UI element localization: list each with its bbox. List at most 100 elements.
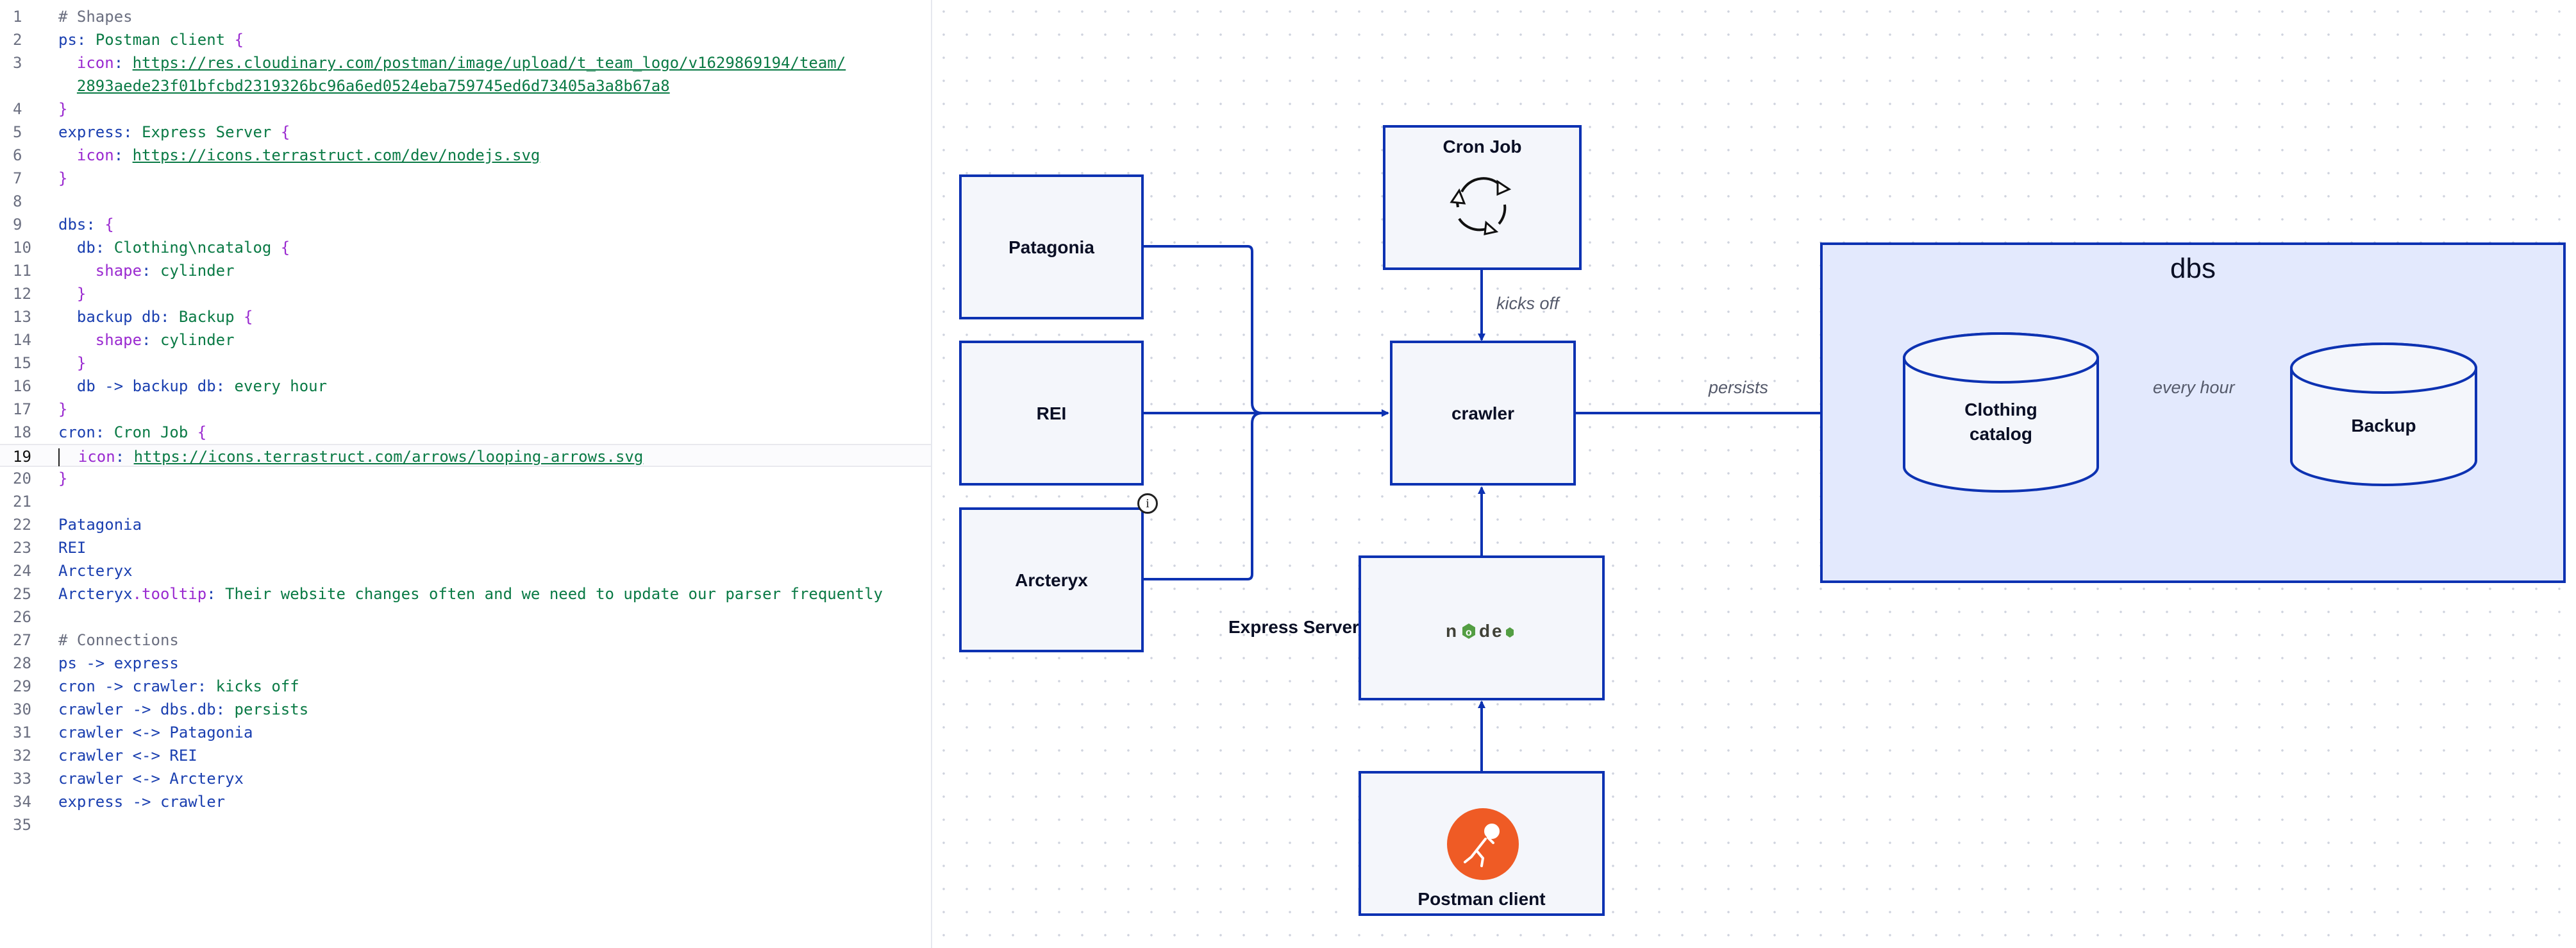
code-token: } [58,169,68,187]
code-token: backup db [58,308,160,326]
code-text[interactable]: } [58,467,67,490]
code-text[interactable]: express -> crawler [58,790,225,813]
code-text[interactable]: } [58,398,67,421]
code-line[interactable]: 12 } [0,282,931,305]
code-token: crawler <-> Patagonia [58,724,253,741]
code-text[interactable]: # Shapes [58,5,133,28]
code-text[interactable]: express: Express Server { [58,121,290,144]
code-line[interactable]: 30 crawler -> dbs.db: persists [0,698,931,721]
code-text[interactable]: db -> backup db: every hour [58,375,327,398]
code-line[interactable]: 35 [0,813,931,836]
code-text[interactable]: } [58,351,86,375]
code-line[interactable]: 26 [0,605,931,629]
code-line[interactable]: 34 express -> crawler [0,790,931,813]
code-line[interactable]: 3 icon: https://res.cloudinary.com/postm… [0,51,931,74]
backup-node[interactable]: Backup [2291,416,2476,436]
code-text[interactable]: icon: https://icons.terrastruct.com/arro… [58,445,643,468]
edge-label-every-hour: every hour [2153,378,2235,397]
code-text[interactable]: } [58,282,86,305]
code-line[interactable]: 14 shape: cylinder [0,328,931,351]
code-text[interactable]: icon: https://icons.terrastruct.com/dev/… [58,144,540,167]
code-line[interactable]: 21 [0,490,931,513]
code-token: : [160,308,179,326]
code-line[interactable]: 32 crawler <-> REI [0,744,931,767]
code-text[interactable]: 2893aede23f01bfcbd2319326bc96a6ed0524eba… [58,74,670,97]
code-line[interactable]: 2893aede23f01bfcbd2319326bc96a6ed0524eba… [0,74,931,97]
line-number: 35 [13,816,31,834]
code-line[interactable]: 25 Arcteryx.tooltip: Their website change… [0,582,931,605]
code-line[interactable]: 33 crawler <-> Arcteryx [0,767,931,790]
code-line[interactable]: 5 express: Express Server { [0,121,931,144]
code-token: : [215,700,235,718]
diagram-canvas[interactable]: Patagonia REI Arcteryx i Cron Job crawle… [932,0,2576,948]
code-line[interactable]: 20} [0,467,931,490]
code-line[interactable]: 28 ps -> express [0,652,931,675]
code-text[interactable]: crawler <-> Arcteryx [58,767,244,790]
code-line[interactable]: 31 crawler <-> Patagonia [0,721,931,744]
code-text[interactable]: ps -> express [58,652,179,675]
code-token: : [142,331,160,349]
line-number: 19 [13,448,31,466]
code-line[interactable]: 10 db: Clothing\ncatalog { [0,236,931,259]
code-text[interactable]: icon: https://res.cloudinary.com/postman… [58,51,846,74]
code-line[interactable]: 11 shape: cylinder [0,259,931,282]
code-line[interactable]: 23 REI [0,536,931,559]
code-line[interactable]: 17} [0,398,931,421]
code-text[interactable]: dbs: { [58,213,114,236]
line-number: 6 [13,146,22,164]
code-line[interactable]: 6 icon: https://icons.terrastruct.com/de… [0,144,931,167]
code-text[interactable]: cron -> crawler: kicks off [58,675,299,698]
rei-node[interactable]: REI [959,341,1144,486]
code-line[interactable]: 27 # Connections [0,629,931,652]
code-line[interactable]: 8 [0,190,931,213]
code-text[interactable]: shape: cylinder [58,328,235,351]
code-token: crawler <-> Arcteryx [58,770,244,788]
code-line[interactable]: 15 } [0,351,931,375]
code-line[interactable]: 1 # Shapes [0,5,931,28]
code-line[interactable]: 2 ps: Postman client { [0,28,931,51]
code-line[interactable]: 24 Arcteryx [0,559,931,582]
code-line[interactable]: 16 db -> backup db: every hour [0,375,931,398]
code-text[interactable]: } [58,97,67,121]
code-line[interactable]: 19 icon: https://icons.terrastruct.com/a… [0,444,931,467]
code-text[interactable]: shape: cylinder [58,259,235,282]
code-line[interactable]: 22 Patagonia [0,513,931,536]
code-token: icon [60,448,115,466]
line-number: 34 [13,793,31,811]
code-line[interactable]: 13 backup db: Backup { [0,305,931,328]
code-text[interactable]: crawler -> dbs.db: persists [58,698,308,721]
info-icon[interactable]: i [1137,493,1158,514]
code-line[interactable]: 18 cron: Cron Job { [0,421,931,444]
code-token: Express Server [142,123,281,141]
code-text[interactable]: db: Clothing\ncatalog { [58,236,290,259]
code-text[interactable]: crawler <-> REI [58,744,197,767]
crawler-node[interactable]: crawler [1390,341,1576,486]
code-text[interactable]: ps: Postman client { [58,28,244,51]
code-line[interactable]: 29 cron -> crawler: kicks off [0,675,931,698]
code-token: https://icons.terrastruct.com/arrows/loo… [133,448,644,466]
arcteryx-node[interactable]: Arcteryx [959,507,1144,652]
code-text[interactable]: Arcteryx [58,559,133,582]
clothing-catalog-node[interactable]: Clothing catalog [1904,398,2098,446]
code-text[interactable]: Arcteryx.tooltip: Their website changes … [58,582,883,605]
patagonia-node[interactable]: Patagonia [959,174,1144,319]
code-text[interactable]: backup db: Backup { [58,305,253,328]
code-text[interactable]: # Connections [58,629,179,652]
postman-client-node[interactable]: Postman client [1359,771,1605,916]
code-text[interactable]: cron: Cron Job { [58,421,206,444]
code-editor[interactable]: 1 # Shapes 2 ps: Postman client {3 icon: ht… [0,0,932,948]
code-text[interactable]: } [58,167,67,190]
line-number: 13 [13,308,31,326]
code-token: crawler -> dbs.db [58,700,216,718]
code-text[interactable]: REI [58,536,86,559]
line-number: 28 [13,654,31,672]
code-token: Arcteryx [58,585,133,603]
code-line[interactable]: 7} [0,167,931,190]
cron-job-node[interactable]: Cron Job [1383,125,1582,270]
line-number: 20 [13,470,31,487]
code-text[interactable]: crawler <-> Patagonia [58,721,253,744]
express-server-node[interactable]: n o d e [1359,555,1605,700]
code-line[interactable]: 4} [0,97,931,121]
code-text[interactable]: Patagonia [58,513,142,536]
code-line[interactable]: 9 dbs: { [0,213,931,236]
